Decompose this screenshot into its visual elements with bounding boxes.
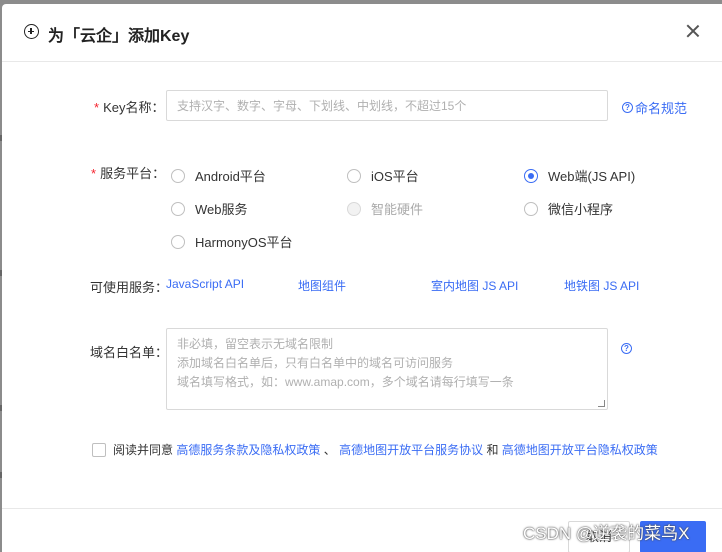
whitelist-label: 域名白名单：	[90, 345, 169, 360]
radio-web-js-api[interactable]: Web端(JS API)	[524, 166, 635, 185]
radio-circle[interactable]	[171, 234, 185, 249]
services-label: 可使用服务：	[90, 280, 169, 295]
required-mark: *	[91, 166, 97, 181]
key-name-label-text: Key名称：	[103, 100, 165, 115]
whitelist-placeholder-line: 域名填写格式，如：www.amap.com，多个域名请每行填写一条	[177, 375, 514, 389]
question-circle-icon: ?	[622, 102, 633, 113]
whitelist-textarea[interactable]: 非必填，留空表示无域名限制 添加域名白名单后，只有白名单中的域名可访问服务 域名…	[166, 328, 608, 410]
radio-circle[interactable]	[171, 201, 185, 216]
agreement-checkbox[interactable]	[92, 442, 106, 457]
radio-label: 智能硬件	[371, 202, 424, 217]
radio-circle[interactable]	[347, 168, 361, 183]
separator: 、	[323, 443, 336, 457]
service-subway-map-js-api[interactable]: 地铁图 JS API	[564, 277, 639, 294]
whitelist-placeholder-line: 非必填，留空表示无域名限制	[177, 337, 334, 351]
close-icon[interactable]	[684, 22, 702, 40]
service-indoor-map-js-api[interactable]: 室内地图 JS API	[431, 277, 518, 294]
service-map-component[interactable]: 地图组件	[298, 277, 346, 294]
radio-label: Web服务	[195, 202, 248, 217]
service-agreement-link[interactable]: 高德地图开放平台服务协议	[339, 441, 483, 458]
radio-harmonyos[interactable]: HarmonyOS平台	[171, 232, 293, 251]
radio-wechat-mini-program[interactable]: 微信小程序	[524, 199, 613, 218]
question-circle-icon[interactable]: ?	[621, 343, 632, 354]
radio-label: Web端(JS API)	[548, 169, 636, 184]
radio-android[interactable]: Android平台	[171, 166, 266, 185]
platform-label: * 服务平台：	[91, 163, 165, 182]
add-key-dialog: 为「云企」添加Key *Key名称： ? 命名规范 *服务平台： Android…	[2, 4, 722, 552]
terms-privacy-link[interactable]: 高德服务条款及隐私权政策	[176, 441, 320, 458]
agreement-prefix: 阅读并同意	[113, 443, 174, 457]
resize-handle-icon[interactable]	[598, 400, 605, 407]
platform-label-text: 服务平台：	[100, 166, 166, 181]
radio-circle[interactable]	[171, 168, 185, 183]
radio-label: 微信小程序	[548, 202, 614, 217]
naming-rules-label: 命名规范	[635, 101, 688, 116]
required-mark: *	[94, 100, 100, 115]
dialog-title: 为「云企」添加Key	[48, 28, 190, 45]
watermark-text: CSDN @逆袭的菜鸟X	[523, 524, 690, 543]
key-name-label: * Key名称：	[94, 97, 164, 116]
dialog-header: 为「云企」添加Key	[2, 4, 722, 62]
radio-label: Android平台	[195, 169, 266, 184]
radio-web-service[interactable]: Web服务	[171, 199, 248, 218]
add-circle-icon	[24, 24, 39, 39]
radio-label: HarmonyOS平台	[195, 235, 293, 250]
platform-privacy-link[interactable]: 高德地图开放平台隐私权政策	[502, 441, 658, 458]
radio-circle-checked[interactable]	[524, 168, 538, 183]
key-name-input[interactable]	[166, 90, 608, 121]
whitelist-placeholder-line: 添加域名白名单后，只有白名单中的域名可访问服务	[177, 356, 454, 370]
radio-circle-disabled	[347, 201, 361, 216]
separator: 和	[486, 443, 499, 457]
radio-label: iOS平台	[371, 169, 419, 184]
naming-rules-link[interactable]: ? 命名规范	[622, 98, 687, 117]
service-javascript-api[interactable]: JavaScript API	[166, 277, 244, 291]
radio-ios[interactable]: iOS平台	[347, 166, 419, 185]
agreement-row: 阅读并同意 高德服务条款及隐私权政策 、 高德地图开放平台服务协议 和 高德地图…	[92, 441, 658, 458]
radio-circle[interactable]	[524, 201, 538, 216]
radio-smart-hardware: 智能硬件	[347, 199, 423, 218]
